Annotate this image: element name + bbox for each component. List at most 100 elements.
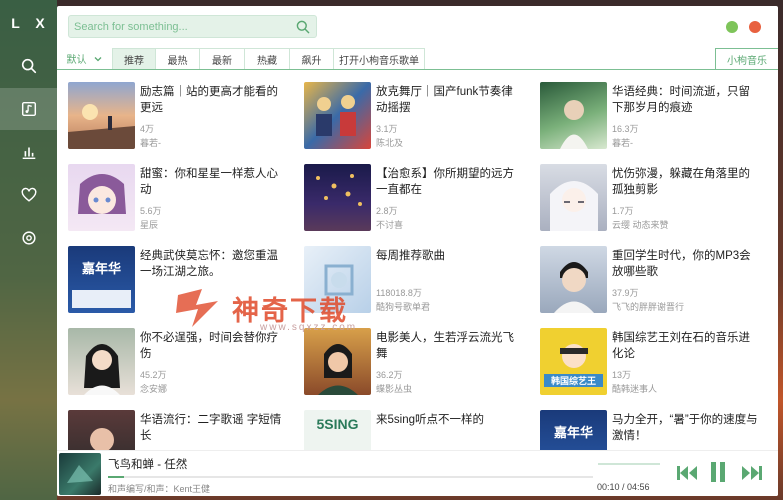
playlist-card[interactable]: 甜蜜：你和星星一样惹人心动 5.6万 星辰 [68,164,288,236]
playlist-author: 酷韩迷事人 [612,384,658,394]
tab-source-right[interactable]: 小枸音乐 [715,48,778,69]
playlist-card[interactable]: 嘉年华 马力全开，“暑”于你的速度与激情！ [540,410,760,450]
search-input[interactable] [69,16,289,37]
source-label: 默认 [66,55,87,66]
tab-hottest[interactable]: 最热 [156,48,200,69]
playlist-author: 云缨 动态来赞 [612,220,669,230]
playlist-cover [68,164,135,231]
playlist-plays: 2.8万 [376,206,398,216]
cover-text: 嘉年华 [81,261,121,276]
playlist-plays: 5.6万 [140,206,162,216]
playlist-card[interactable]: 每周推荐歌曲 118018.8万 酷狗号歌单君 [304,246,524,318]
search-icon [21,58,36,74]
gear-icon [21,231,36,245]
nav-songlist[interactable] [0,88,57,130]
now-playing-artist: 和声编写/和声：Kent王健 [108,484,211,494]
tab-hot-collect[interactable]: 热藏 [245,48,290,69]
now-playing-title: 飞鸟和蝉 - 任然 [108,459,188,471]
playlist-author: 陈北及 [376,138,404,148]
playlist-title: 电影美人，生若浮云流光飞舞 [376,332,514,360]
playlist-plays: 13万 [612,370,632,380]
nav-search[interactable] [0,45,57,87]
close-button[interactable] [749,21,761,33]
playlist-card[interactable]: 华语流行：二字歌谣 字短情长 [68,410,288,450]
cover-text: 5SING [316,416,359,432]
playlist-cover [540,82,607,149]
playlist-title: 来5sing听点不一样的 [376,414,484,426]
source-dropdown[interactable]: 默认 [57,48,112,69]
playlist-cover [304,164,371,231]
playlist-cover: 嘉年华 [540,410,607,450]
playlist-card[interactable]: 放克舞厅｜国产funk节奏律动摇摆 3.1万 陈北及 [304,82,524,154]
playlist-cover [304,82,371,149]
playlist-card[interactable]: 忧伤弥漫，躲藏在角落里的孤独剪影 1.7万 云缨 动态来赞 [540,164,760,236]
playlist-title: 励志篇｜站的更高才能看的更远 [140,86,278,114]
playlist-title: 重回学生时代，你的MP3会放哪些歌 [612,250,751,278]
cover-text: 嘉年华 [553,425,593,440]
music-list-icon [21,101,36,117]
chevron-down-icon [94,56,101,61]
playlist-card[interactable]: 你不必逞强，时间会替你疗伤 45.2万 念安娜 [68,328,288,400]
playlist-title: 每周推荐歌曲 [376,250,445,262]
volume-slider[interactable] [598,463,660,465]
previous-icon[interactable] [676,464,698,482]
playlist-title: 韩国综艺王刘在石的音乐进化论 [612,332,750,360]
tab-bar: 默认 推荐 最热 最新 热藏 飙升 打开小枸音乐歌单 小枸音乐 [57,48,778,70]
play-time: 00:10 / 04:56 [597,482,650,492]
next-icon[interactable] [741,464,763,482]
playlist-author: 蝶影丛虫 [376,384,413,394]
playlist-plays: 45.2万 [140,370,167,380]
tab-recommend[interactable]: 推荐 [112,48,156,69]
cover-text: 韩国综艺王 [544,374,603,387]
tab-open-playlist[interactable]: 打开小枸音乐歌单 [334,48,425,69]
tab-rising[interactable]: 飙升 [290,48,334,69]
playlist-plays: 3.1万 [376,124,398,134]
playlist-card[interactable]: 励志篇｜站的更高才能看的更远 4万 暮若- [68,82,288,154]
playlist-card[interactable]: 韩国综艺王 韩国综艺王刘在石的音乐进化论 13万 酷韩迷事人 [540,328,760,400]
playlist-plays: 36.2万 [376,370,403,380]
nav-favorites[interactable] [0,174,57,216]
playlist-title: 忧伤弥漫，躲藏在角落里的孤独剪影 [612,168,750,196]
playlist-card[interactable]: 电影美人，生若浮云流光飞舞 36.2万 蝶影丛虫 [304,328,524,400]
playlist-author: 暮若- [140,138,161,148]
playlist-card[interactable]: 5SING 来5sing听点不一样的 [304,410,524,450]
playlist-title: 放克舞厅｜国产funk节奏律动摇摆 [376,86,513,114]
playlist-cover [68,410,135,450]
progress-fill [108,476,125,478]
playlist-author: 飞飞的胖胖谢晋行 [612,302,685,312]
playlist-author: 不讨喜 [376,220,404,230]
playlist-cover [540,164,607,231]
playlist-card[interactable]: 重回学生时代，你的MP3会放哪些歌 37.9万 飞飞的胖胖谢晋行 [540,246,760,318]
playlist-card[interactable]: 华语经典：时间流逝，只留下那岁月的痕迹 16.3万 暮若- [540,82,760,154]
search-icon[interactable] [295,19,311,35]
heart-icon [21,187,36,202]
playlist-plays: 1.7万 [612,206,634,216]
tab-newest[interactable]: 最新 [200,48,245,69]
progress-bar[interactable] [108,476,593,478]
playlist-title: 【治愈系】你所期望的远方一直都在 [376,168,514,196]
sidebar: L X [0,0,57,500]
playlist-card[interactable]: 嘉年华 经典武侠莫忘怀：邀您重温一场江湖之旅。 [68,246,288,318]
playlist-cover [68,328,135,395]
playlist-author: 念安娜 [140,384,168,394]
playlist-author: 暮若- [612,138,633,148]
main-panel: 默认 推荐 最热 最新 热藏 飙升 打开小枸音乐歌单 小枸音乐 励志篇｜站的更高… [57,6,778,496]
playlist-author: 酷狗号歌单君 [376,302,431,312]
playlist-cover: 5SING [304,410,371,450]
top-bar [57,6,778,46]
playlist-cover [68,82,135,149]
playlist-title: 马力全开，“暑”于你的速度与激情！ [612,414,758,442]
playlist-title: 甜蜜：你和星星一样惹人心动 [140,168,278,196]
player-bar: 飞鸟和蝉 - 任然 和声编写/和声：Kent王健 00:10 / 04:56 [57,450,778,496]
now-playing-cover[interactable] [59,453,101,495]
playlist-card[interactable]: 【治愈系】你所期望的远方一直都在 2.8万 不讨喜 [304,164,524,236]
minimize-button[interactable] [726,21,738,33]
search-box [68,15,317,38]
playlist-plays: 118018.8万 [376,288,422,298]
pause-icon[interactable] [710,461,726,483]
nav-settings[interactable] [0,217,57,259]
playlist-title: 华语经典：时间流逝，只留下那岁月的痕迹 [612,86,750,114]
playlist-title: 经典武侠莫忘怀：邀您重温一场江湖之旅。 [140,250,278,278]
nav-leaderboard[interactable] [0,131,57,173]
playlist-plays: 37.9万 [612,288,639,298]
